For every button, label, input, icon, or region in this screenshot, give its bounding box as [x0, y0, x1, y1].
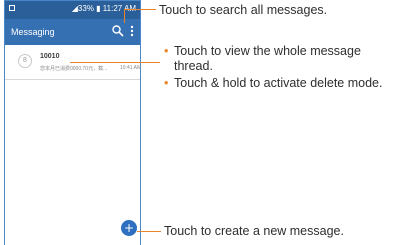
message-thread-item[interactable]: 8 10010 您本月已消费0000.70元，截... 10:41 AM: [5, 47, 142, 79]
thread-callout-line1: Touch & hold to activate delete mode.: [174, 76, 383, 90]
thread-callout-line1: Touch to view the whole message: [174, 44, 361, 58]
fab-callout-leader: [137, 231, 161, 232]
search-callout-text: Touch to search all messages.: [159, 3, 328, 17]
app-bar: Messaging: [5, 19, 140, 45]
notification-icon: [9, 5, 15, 11]
thread-callout-leader: [70, 62, 160, 63]
thread-callout-item: • Touch to view the whole message thread…: [164, 44, 408, 74]
more-vert-icon[interactable]: [129, 24, 135, 38]
search-callout-leader-h: [124, 9, 156, 10]
thread-callout-list: • Touch to view the whole message thread…: [164, 44, 408, 93]
thread-snippet: 您本月已消费0000.70元，截...: [40, 66, 108, 72]
contact-avatar: 8: [18, 54, 32, 68]
search-callout-leader-v: [124, 9, 125, 23]
thread-callout-line2: thread.: [174, 59, 213, 73]
list-divider: [5, 79, 140, 80]
status-bar: ◢33% ▮ 11:27 AM: [5, 1, 140, 19]
thread-callout-item: • Touch & hold to activate delete mode.: [164, 76, 408, 91]
thread-time: 10:41 AM: [120, 65, 142, 71]
phone-screen: ◢33% ▮ 11:27 AM Messaging 8 10010 您本月已消费…: [4, 0, 141, 245]
app-title: Messaging: [11, 27, 55, 37]
fab-callout-text: Touch to create a new message.: [164, 224, 344, 238]
search-icon[interactable]: [111, 24, 125, 38]
bullet-icon: •: [164, 76, 169, 90]
thread-sender: 10010: [40, 53, 60, 60]
bullet-icon: •: [164, 44, 169, 58]
new-message-fab[interactable]: +: [121, 220, 137, 236]
